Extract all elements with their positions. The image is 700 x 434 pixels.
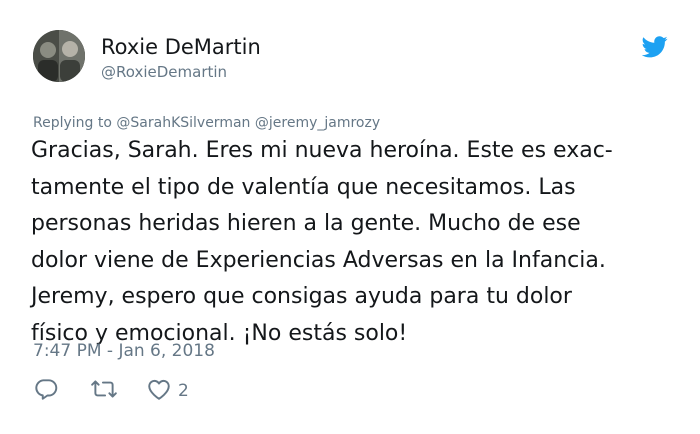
- reply-mention-sarah[interactable]: @SarahKSilverman: [116, 115, 250, 131]
- like-button[interactable]: 2: [146, 378, 189, 404]
- tweet-timestamp[interactable]: 7:47 PM - Jan 6, 2018: [33, 341, 215, 361]
- tweet-text-line: dolor viene de Experiencias Adversas en …: [31, 247, 606, 273]
- tweet-text-line: Gracias, Sarah. Eres mi nueva heroína. E…: [31, 138, 613, 163]
- retweet-icon: [90, 376, 118, 406]
- author-name[interactable]: Roxie DeMartin: [101, 35, 261, 59]
- avatar[interactable]: [33, 30, 85, 82]
- tweet-text-line: Jeremy, espero que consigas ayuda para t…: [31, 284, 572, 309]
- replying-label: Replying to: [33, 115, 112, 131]
- reply-icon: [33, 376, 59, 406]
- author-handle[interactable]: @RoxieDemartin: [101, 63, 227, 81]
- heart-icon: [146, 377, 172, 405]
- tweet-text: Gracias, Sarah. Eres mi nueva heroína. E…: [31, 133, 676, 352]
- reply-button[interactable]: [33, 378, 59, 404]
- reply-mention-jeremy[interactable]: @jeremy_jamrozy: [255, 115, 380, 131]
- tweet-card: Roxie DeMartin @RoxieDemartin Replying t…: [0, 0, 700, 434]
- twitter-bird-icon[interactable]: [641, 36, 668, 58]
- tweet-text-line: personas heridas hieren a la gente. Much…: [31, 211, 581, 236]
- tweet-text-line: tamente el tipo de valentía que necesita…: [31, 174, 576, 200]
- retweet-button[interactable]: [90, 378, 118, 404]
- like-count: 2: [178, 381, 189, 401]
- replying-to: Replying to @SarahKSilverman @jeremy_jam…: [33, 115, 380, 131]
